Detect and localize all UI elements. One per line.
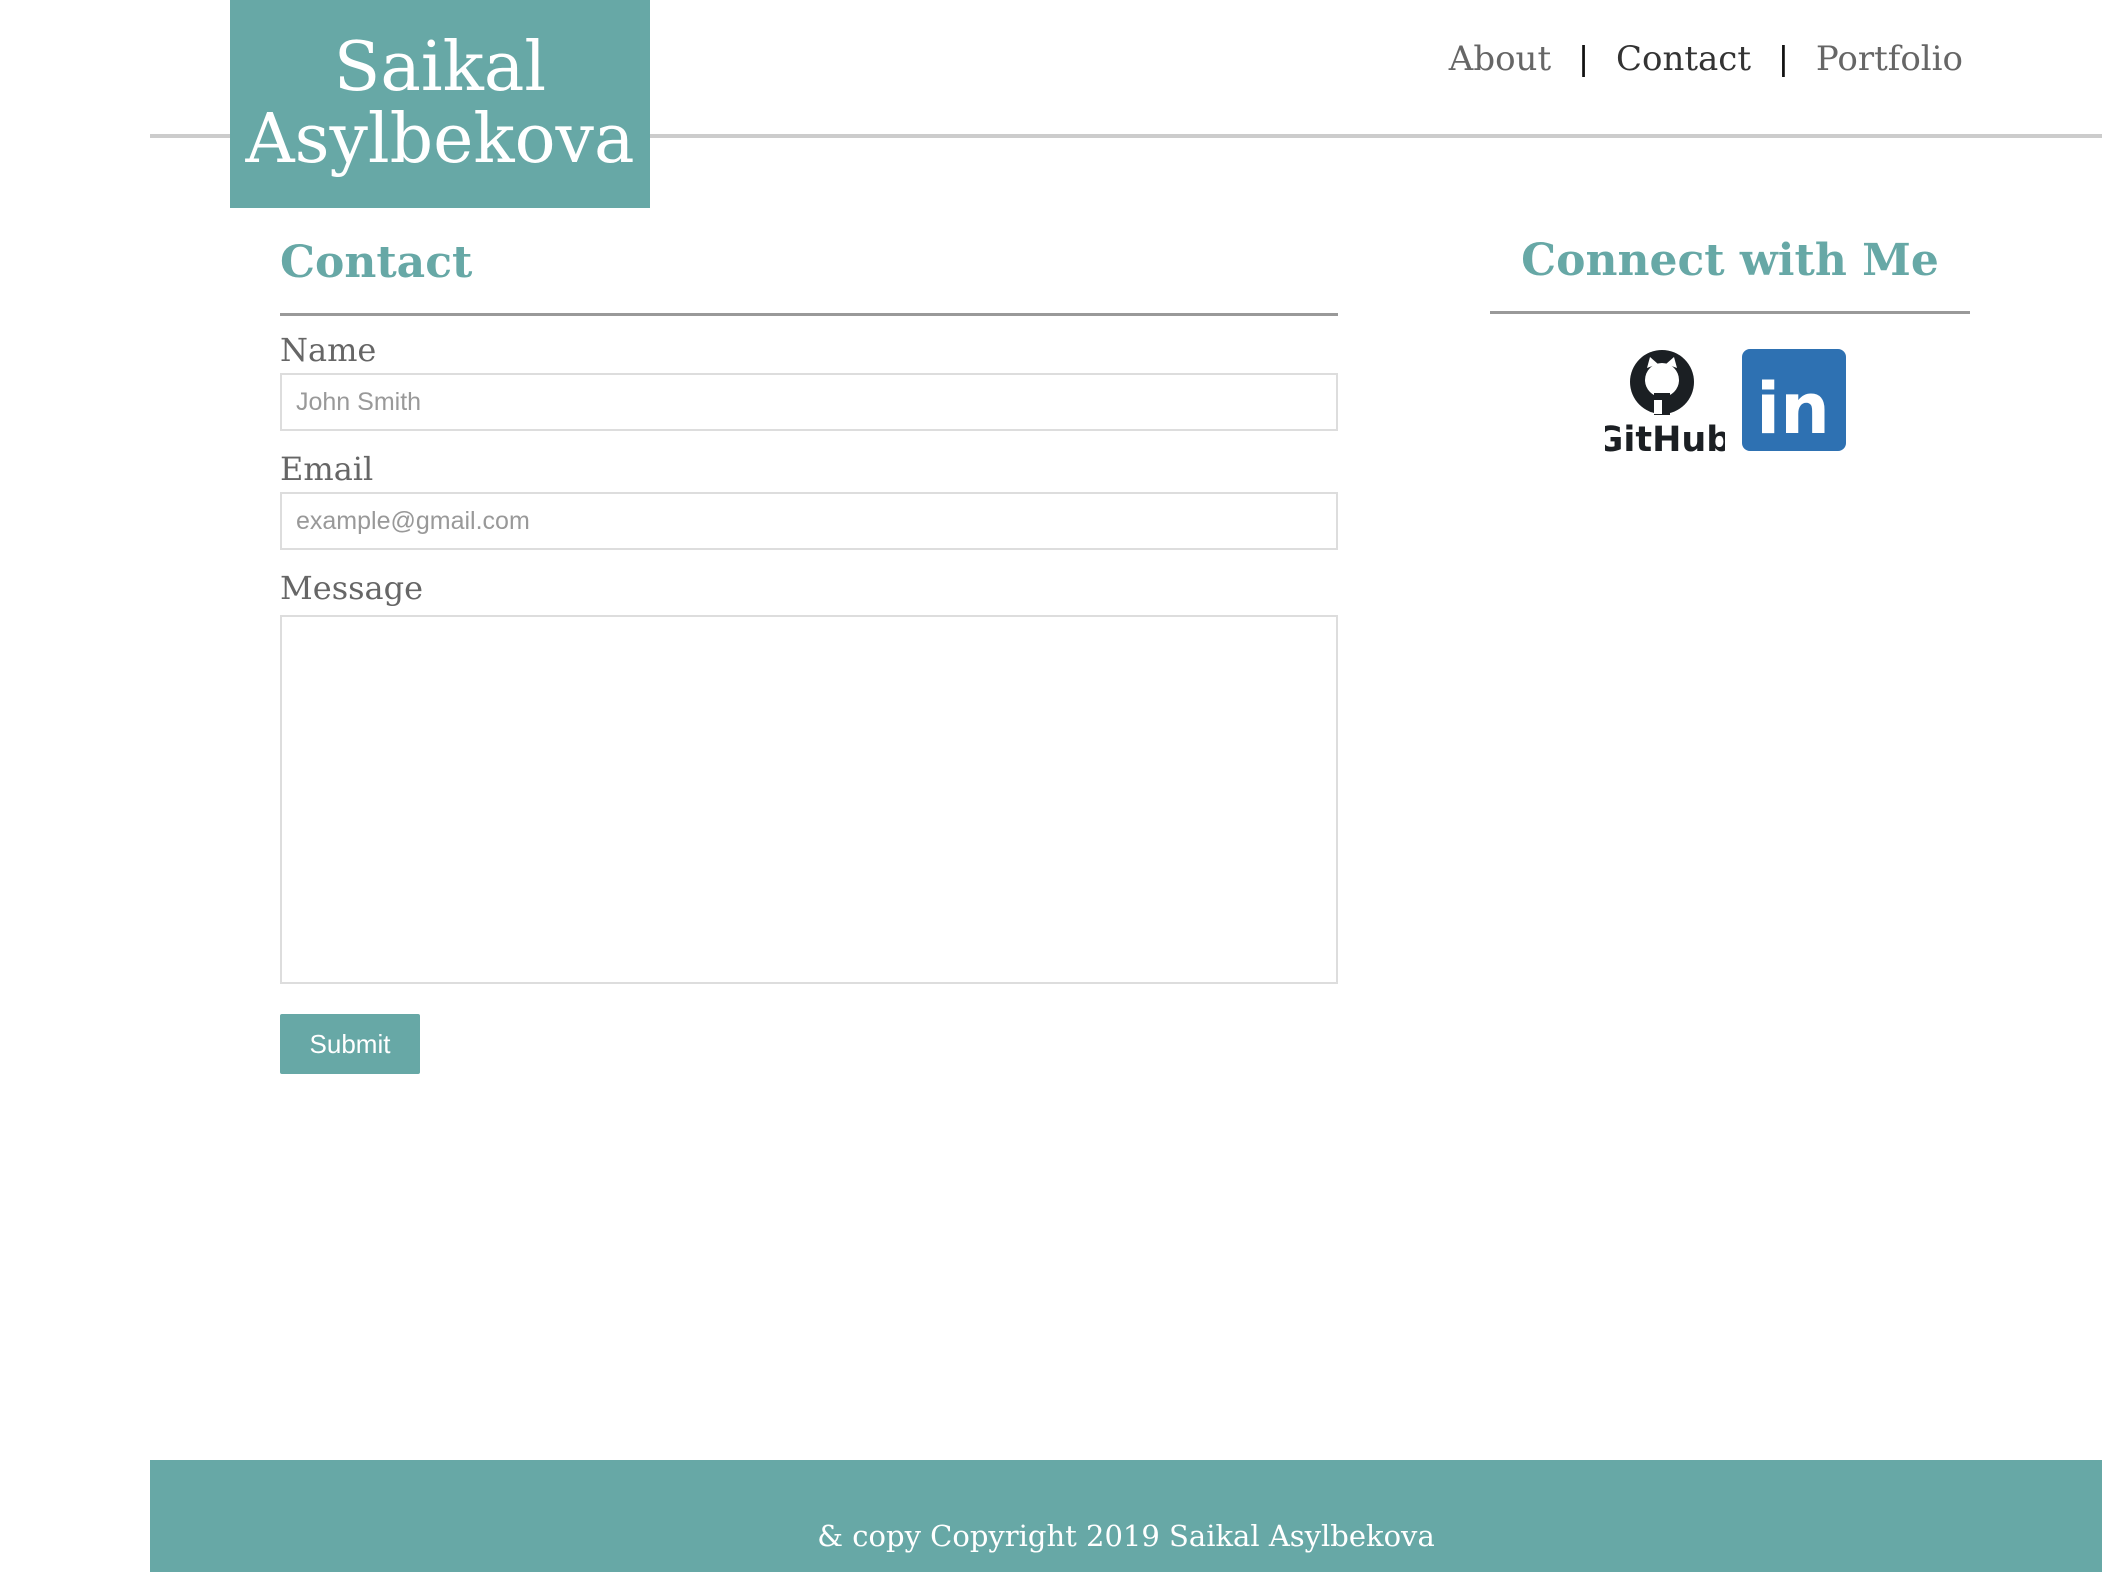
connect-title: Connect with Me bbox=[1521, 235, 1939, 286]
github-icon: GitHub bbox=[1595, 350, 1731, 460]
email-input[interactable] bbox=[280, 492, 1338, 550]
email-label: Email bbox=[280, 450, 374, 488]
linkedin-link[interactable]: in bbox=[1742, 349, 1846, 451]
message-label: Message bbox=[280, 569, 424, 607]
name-label: Name bbox=[280, 331, 377, 369]
linkedin-icon: in bbox=[1742, 349, 1846, 451]
contact-title: Contact bbox=[280, 237, 473, 288]
copyright-text: & copy Copyright 2019 Saikal Asylbekova bbox=[817, 1518, 1435, 1553]
contact-divider bbox=[280, 313, 1338, 316]
site-title: Saikal Asylbekova bbox=[245, 28, 635, 179]
github-link[interactable]: GitHub bbox=[1595, 349, 1731, 460]
main-nav: About | Contact | Portfolio bbox=[1449, 42, 1963, 76]
site-footer: & copy Copyright 2019 Saikal Asylbekova bbox=[150, 1460, 2102, 1572]
nav-separator: | bbox=[1779, 40, 1788, 78]
linkedin-label: in bbox=[1756, 368, 1830, 450]
message-textarea[interactable] bbox=[280, 615, 1338, 984]
nav-separator: | bbox=[1579, 40, 1588, 78]
connect-divider bbox=[1490, 311, 1970, 314]
submit-button[interactable]: Submit bbox=[280, 1014, 420, 1074]
name-input[interactable] bbox=[280, 373, 1338, 431]
nav-contact-link[interactable]: Contact bbox=[1616, 42, 1751, 76]
nav-about-link[interactable]: About bbox=[1449, 42, 1551, 76]
nav-portfolio-link[interactable]: Portfolio bbox=[1816, 42, 1963, 76]
social-links: GitHub in bbox=[1595, 349, 1865, 460]
site-logo: Saikal Asylbekova bbox=[230, 0, 650, 208]
github-label: GitHub bbox=[1605, 420, 1725, 454]
